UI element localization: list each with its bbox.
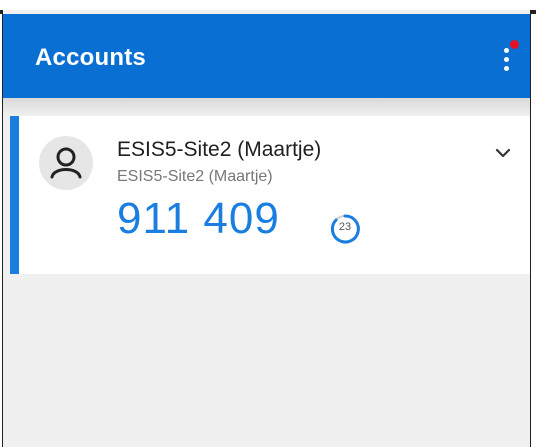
more-options-button[interactable] [498,40,519,76]
person-icon [39,136,93,190]
screen: Accounts ESIS5-Site2 (Maartje) ESIS5-Sit… [0,0,536,447]
more-vertical-icon [504,48,509,53]
account-card[interactable]: ESIS5-Site2 (Maartje) ESIS5-Site2 (Maart… [10,116,530,274]
selected-indicator [10,116,19,274]
more-vertical-icon-dot [504,66,509,71]
more-vertical-icon-dot [504,57,509,62]
app-bar-shadow [3,98,530,116]
account-name: ESIS5-Site2 (Maartje) [117,138,322,161]
countdown-timer-icon: 23 [328,212,362,246]
account-subtitle: ESIS5-Site2 (Maartje) [117,168,273,185]
app-window: Accounts ESIS5-Site2 (Maartje) ESIS5-Sit… [2,10,531,447]
verification-code[interactable]: 911 409 [117,194,280,244]
app-bar: Accounts [3,14,530,98]
chevron-down-icon[interactable] [493,146,513,160]
page-title: Accounts [35,44,146,71]
notification-badge [510,40,519,49]
seconds-remaining: 23 [338,221,352,233]
